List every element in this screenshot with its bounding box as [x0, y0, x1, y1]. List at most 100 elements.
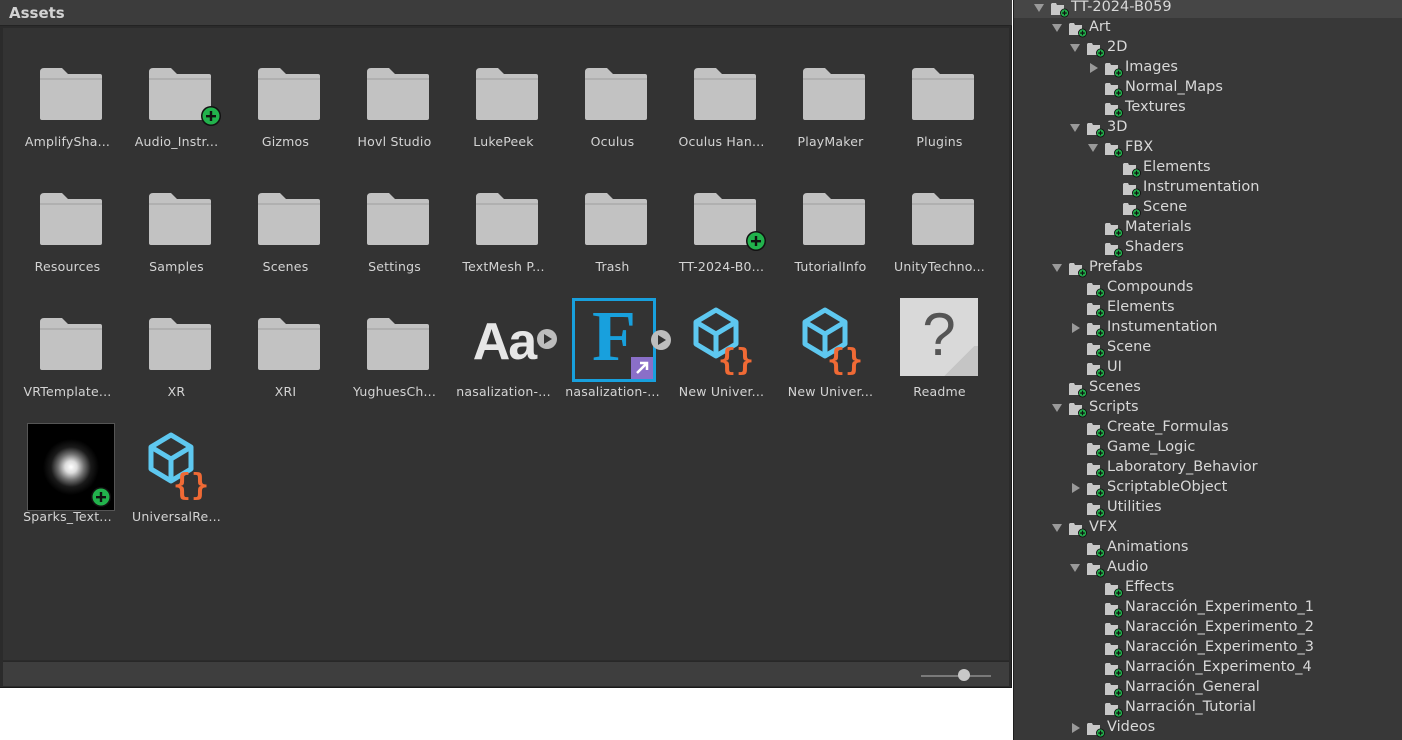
folder-tree-item[interactable]: Scripts [1014, 398, 1402, 418]
asset-tile[interactable]: XRI [231, 300, 340, 420]
folder-tree-item[interactable]: Scene [1014, 198, 1402, 218]
asset-tile[interactable]: Scenes [231, 175, 340, 295]
folder-icon [1105, 223, 1123, 238]
folder-tree-item[interactable]: FBX [1014, 138, 1402, 158]
folder-tree-item[interactable]: Game_Logic [1014, 438, 1402, 458]
folder-tree-item[interactable]: Scenes [1014, 378, 1402, 398]
asset-tile[interactable]: ? Readme [885, 298, 994, 420]
asset-tile[interactable]: Oculus Han... [667, 50, 776, 170]
asset-tile[interactable]: YughuesCh... [340, 300, 449, 420]
play-icon[interactable] [537, 329, 557, 349]
folder-icon [367, 68, 429, 120]
folder-tree-item[interactable]: Images [1014, 58, 1402, 78]
expand-arrow-icon[interactable] [1052, 24, 1062, 32]
asset-tile[interactable]: VRTemplate... [13, 300, 122, 420]
folder-tree-item[interactable]: Art [1014, 18, 1402, 38]
folder-icon [258, 318, 320, 370]
folder-tree-label: Compounds [1107, 279, 1194, 295]
folder-tree-item[interactable]: Instumentation [1014, 318, 1402, 338]
asset-tile[interactable]: TextMesh P... [449, 175, 558, 295]
zoom-slider-track[interactable] [921, 675, 991, 677]
expand-arrow-icon[interactable] [1052, 404, 1062, 412]
folder-tree-item[interactable]: Animations [1014, 538, 1402, 558]
asset-tile[interactable]: Oculus [558, 50, 667, 170]
folder-tree-item[interactable]: 3D [1014, 118, 1402, 138]
folder-tree-item[interactable]: Shaders [1014, 238, 1402, 258]
folder-tree-item[interactable]: Elements [1014, 158, 1402, 178]
folder-tree-label: Game_Logic [1107, 439, 1196, 455]
collapse-arrow-icon[interactable] [1072, 483, 1080, 493]
expand-arrow-icon[interactable] [1070, 124, 1080, 132]
folder-icon-wrap [139, 50, 221, 126]
folder-tree-item[interactable]: ScriptableObject [1014, 478, 1402, 498]
expand-arrow-icon[interactable] [1070, 564, 1080, 572]
expand-arrow-icon[interactable] [1052, 264, 1062, 272]
folder-tree-label: Textures [1125, 99, 1186, 115]
folder-tree-item[interactable]: Naracción_Experimento_2 [1014, 618, 1402, 638]
folder-tree-item[interactable]: Scene [1014, 338, 1402, 358]
asset-tile[interactable]: Resources [13, 175, 122, 295]
folder-tree-item[interactable]: 2D [1014, 38, 1402, 58]
folder-tree-item[interactable]: Naracción_Experimento_1 [1014, 598, 1402, 618]
folder-tree-item[interactable]: Effects [1014, 578, 1402, 598]
shortcut-arrow-icon [631, 357, 653, 379]
folder-tree-item[interactable]: TT-2024-B059 [1014, 0, 1402, 18]
asset-tile[interactable]: {} New Univer... [667, 300, 776, 420]
folder-tree-label: Utilities [1107, 499, 1162, 515]
folder-icon [40, 193, 102, 245]
asset-tile[interactable]: Hovl Studio [340, 50, 449, 170]
folder-tree-item[interactable]: Create_Formulas [1014, 418, 1402, 438]
folder-tree-item[interactable]: Audio [1014, 558, 1402, 578]
asset-tile[interactable]: Plugins [885, 50, 994, 170]
asset-label: Audio_Instr... [134, 134, 219, 149]
asset-tile[interactable]: PlayMaker [776, 50, 885, 170]
expand-arrow-icon[interactable] [1034, 4, 1044, 12]
folder-tree-item[interactable]: Instrumentation [1014, 178, 1402, 198]
folder-tree-item[interactable]: Elements [1014, 298, 1402, 318]
folder-tree-item[interactable]: Narración_Experimento_4 [1014, 658, 1402, 678]
folder-tree-item[interactable]: Laboratory_Behavior [1014, 458, 1402, 478]
folder-tree-item[interactable]: VFX [1014, 518, 1402, 538]
folder-tree-item[interactable]: Materials [1014, 218, 1402, 238]
collapse-arrow-icon[interactable] [1072, 723, 1080, 733]
folder-icon-wrap [30, 50, 106, 126]
folder-tree-item[interactable]: Compounds [1014, 278, 1402, 298]
collapse-arrow-icon[interactable] [1090, 63, 1098, 73]
asset-label: Oculus Han... [678, 134, 765, 149]
asset-tile[interactable]: Trash [558, 175, 667, 295]
expand-arrow-icon[interactable] [1052, 524, 1062, 532]
folder-tree-item[interactable]: Normal_Maps [1014, 78, 1402, 98]
asset-tile[interactable]: Samples [122, 175, 231, 295]
folder-tree-item[interactable]: Naracción_Experimento_3 [1014, 638, 1402, 658]
asset-tile[interactable]: TutorialInfo [776, 175, 885, 295]
folder-icon-wrap [793, 50, 869, 126]
folder-tree-item[interactable]: Textures [1014, 98, 1402, 118]
asset-tile[interactable]: Sparks_Text... [13, 423, 122, 545]
folder-tree-item[interactable]: Narración_Tutorial [1014, 698, 1402, 718]
asset-tile[interactable]: F nasalization-... [558, 296, 671, 420]
asset-tile[interactable]: Aa nasalization-... [449, 300, 558, 420]
asset-tile[interactable]: AmplifySha... [13, 50, 122, 170]
asset-tile[interactable]: UnityTechno... [885, 175, 994, 295]
folder-tree-item[interactable]: Narración_General [1014, 678, 1402, 698]
asset-tile[interactable]: TT-2024-B0... [667, 175, 776, 295]
expand-arrow-icon[interactable] [1070, 44, 1080, 52]
asset-label: nasalization-... [456, 384, 551, 399]
expand-arrow-icon[interactable] [1088, 144, 1098, 152]
folder-icon [1087, 43, 1105, 58]
folder-tree-item[interactable]: Utilities [1014, 498, 1402, 518]
collapse-arrow-icon[interactable] [1072, 323, 1080, 333]
folder-tree-item[interactable]: Videos [1014, 718, 1402, 738]
asset-tile[interactable]: Gizmos [231, 50, 340, 170]
asset-tile[interactable]: {} UniversalRe... [122, 425, 231, 545]
asset-tile[interactable]: XR [122, 300, 231, 420]
folder-tree-label: Naracción_Experimento_1 [1125, 599, 1314, 615]
asset-tile[interactable]: Audio_Instr... [122, 50, 231, 170]
zoom-slider-handle[interactable] [958, 669, 970, 681]
folder-icon [367, 318, 429, 370]
asset-tile[interactable]: Settings [340, 175, 449, 295]
folder-tree-item[interactable]: Prefabs [1014, 258, 1402, 278]
asset-tile[interactable]: LukePeek [449, 50, 558, 170]
asset-tile[interactable]: {} New Univer... [776, 300, 885, 420]
folder-tree-item[interactable]: UI [1014, 358, 1402, 378]
